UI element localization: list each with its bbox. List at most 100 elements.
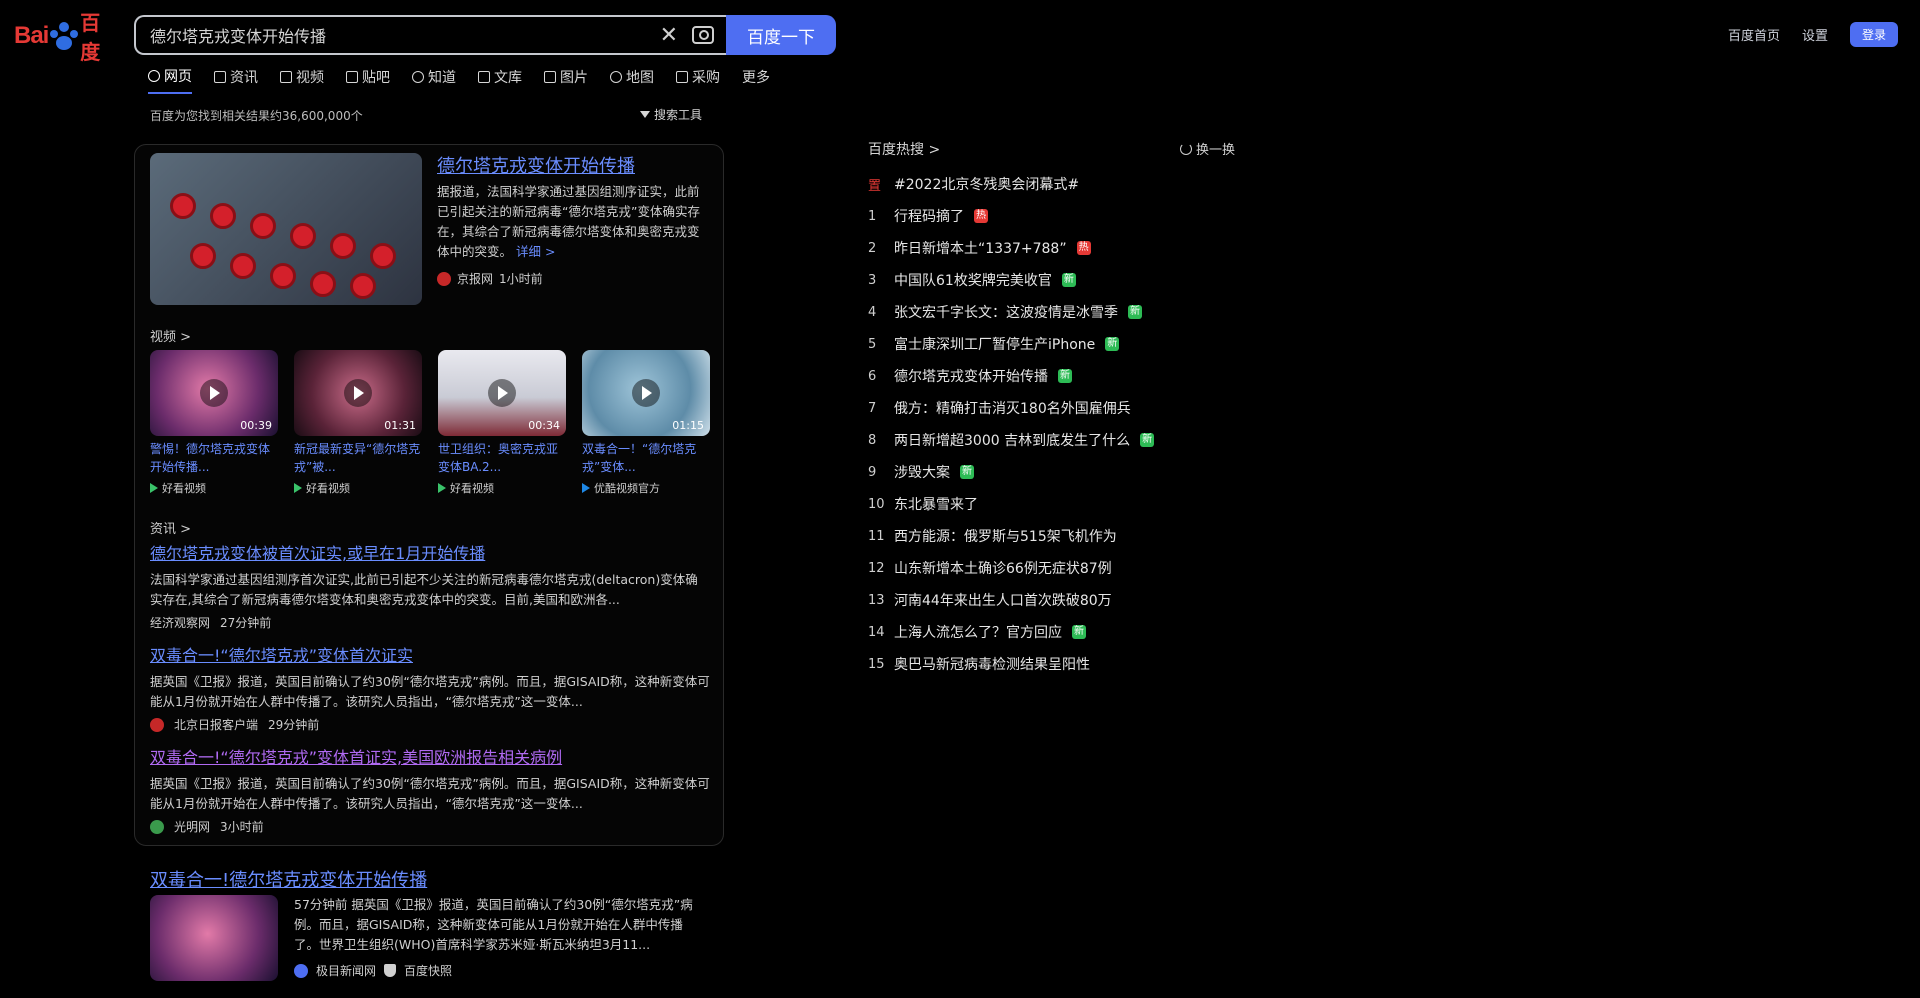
news-title[interactable]: 双毒合一!“德尔塔克戎”变体首证实,美国欧洲报告相关病例 (150, 744, 710, 768)
video-item[interactable]: 01:31 新冠最新变异“德尔塔克戎”被... 好看视频 (294, 350, 422, 496)
search-tools-button[interactable]: 搜索工具 (640, 106, 702, 123)
video-section-label[interactable]: 视频 > (150, 326, 191, 345)
news-title[interactable]: 德尔塔克戎变体被首次证实,或早在1月开始传播 (150, 540, 710, 564)
video-item[interactable]: 00:34 世卫组织：奥密克戎亚变体BA.2... 好看视频 (438, 350, 566, 496)
hot-tag: 新 (1061, 273, 1076, 287)
news-desc: 据英国《卫报》报道，英国目前确认了约30例“德尔塔克戎”病例。而且，据GISAI… (150, 776, 710, 811)
refresh-icon (1180, 142, 1192, 155)
search-icon (148, 70, 160, 82)
clear-icon[interactable]: ✕ (660, 23, 678, 48)
hot-rank: 5 (868, 336, 877, 352)
test-tube-graphic (190, 243, 216, 269)
hot-text: 河南44年来出生人口首次跌破80万 (894, 593, 1112, 609)
video-title[interactable]: 世卫组织：奥密克戎亚变体BA.2... (438, 440, 566, 476)
tab-wenku[interactable]: 文库 (478, 66, 522, 94)
hotlist-item[interactable]: 1 行程码摘了热 (868, 200, 1268, 232)
snapshot-link[interactable]: 百度快照 (404, 962, 452, 979)
result-title[interactable]: 双毒合一!德尔塔克戎变体开始传播 (150, 866, 427, 892)
tab-more[interactable]: 更多 (742, 66, 770, 94)
login-button[interactable]: 登录 (1849, 22, 1898, 47)
hotlist-item[interactable]: 5 富士康深圳工厂暂停生产iPhone 新 (868, 328, 1268, 360)
hotlist-item[interactable]: 4 张文宏千字长文：这波疫情是冰雪季新 (868, 296, 1268, 328)
video-thumbnail: 00:39 (150, 350, 278, 436)
video-title[interactable]: 新冠最新变异“德尔塔克戎”被... (294, 440, 422, 476)
hot-tag: 热 (974, 209, 988, 223)
hot-rank: 14 (868, 624, 885, 640)
news-title[interactable]: 双毒合一!“德尔塔克戎”变体首次证实 (150, 642, 710, 666)
news-source-name[interactable]: 经济观察网 (150, 614, 210, 631)
tab-news[interactable]: 资讯 (214, 66, 258, 94)
test-tube-graphic (170, 193, 196, 219)
baidu-logo[interactable]: Bai 百度 (14, 11, 120, 64)
source-logo-icon (437, 271, 451, 286)
hotlist-item[interactable]: 15 奥巴马新冠病毒检测结果呈阳性 (868, 648, 1268, 680)
hotlist-item[interactable]: 置 #2022北京冬残奥会闭幕式# (868, 168, 1268, 200)
news-source-name[interactable]: 光明网 (174, 818, 210, 835)
hot-text: 上海人流怎么了？官方回应 (894, 625, 1062, 641)
tab-map[interactable]: 地图 (610, 66, 654, 94)
video-duration: 00:34 (528, 419, 560, 432)
hotlist-item[interactable]: 7 俄方：精确打击消灭180名外国雇佣兵 (868, 392, 1268, 424)
news-source-name[interactable]: 北京日报客户端 (174, 716, 258, 733)
settings-link[interactable]: 设置 (1802, 25, 1828, 44)
hotlist-item[interactable]: 9 涉毁大案新 (868, 456, 1268, 488)
tab-zhidao[interactable]: 知道 (412, 66, 456, 94)
top-result-title[interactable]: 德尔塔克戎变体开始传播 (437, 152, 635, 178)
video-title[interactable]: 双毒合一！“德尔塔克戎”变体... (582, 440, 710, 476)
source-time: 1小时前 (499, 272, 543, 286)
search-input[interactable] (148, 24, 660, 46)
tab-bar: 网页 资讯 视频 贴吧 知道 文库 图片 地图 采购 更多 (148, 66, 770, 94)
hotlist-item[interactable]: 13 河南44年来出生人口首次跌破80万 (868, 584, 1268, 616)
search-button[interactable]: 百度一下 (726, 15, 836, 55)
news-item: 双毒合一!“德尔塔克戎”变体首证实,美国欧洲报告相关病例 据英国《卫报》报道，英… (150, 744, 710, 835)
hero-image[interactable] (150, 153, 422, 305)
hot-rank: 15 (868, 656, 885, 672)
source-logo-icon (150, 717, 164, 732)
tab-video[interactable]: 视频 (280, 66, 324, 94)
hotlist-item[interactable]: 3 中国队61枚奖牌完美收官新 (868, 264, 1268, 296)
result-source-name[interactable]: 极目新闻网 (316, 962, 376, 979)
camera-icon[interactable] (692, 26, 714, 44)
question-icon (412, 71, 424, 83)
tab-purchase[interactable]: 采购 (676, 66, 720, 94)
hot-text: 俄方：精确打击消灭180名外国雇佣兵 (894, 401, 1131, 417)
hot-text: 张文宏千字长文：这波疫情是冰雪季 (894, 305, 1118, 321)
news-section-label[interactable]: 资讯 > (150, 518, 191, 537)
hotlist-title[interactable]: 百度热搜 > (868, 139, 940, 159)
news-source: 北京日报客户端 29分钟前 (150, 716, 710, 733)
hotlist-item[interactable]: 10 东北暴雪来了 (868, 488, 1268, 520)
hot-text: 西方能源：俄罗斯与515架飞机作为 (894, 529, 1117, 545)
tab-label: 图片 (560, 70, 588, 86)
refresh-button[interactable]: 换一换 (1180, 139, 1235, 158)
video-thumbnail: 01:31 (294, 350, 422, 436)
top-result-source: 京报网 1小时前 (437, 270, 543, 287)
hotlist-item[interactable]: 6 德尔塔克戎变体开始传播新 (868, 360, 1268, 392)
tab-images[interactable]: 图片 (544, 66, 588, 94)
result-source: 极目新闻网 百度快照 (294, 962, 452, 979)
video-title[interactable]: 警惕！德尔塔克戎变体开始传播... (150, 440, 278, 476)
home-link[interactable]: 百度首页 (1728, 25, 1780, 44)
tab-web[interactable]: 网页 (148, 66, 192, 94)
tab-label: 文库 (494, 70, 522, 86)
video-duration: 01:15 (672, 419, 704, 432)
video-item[interactable]: 01:15 双毒合一！“德尔塔克戎”变体... 优酷视频官方 (582, 350, 710, 496)
source-name[interactable]: 京报网 (457, 270, 493, 287)
hotlist-item[interactable]: 2 昨日新增本土“1337+788” 热 (868, 232, 1268, 264)
video-thumbnail: 00:34 (438, 350, 566, 436)
tab-tieba[interactable]: 贴吧 (346, 66, 390, 94)
hot-rank: 11 (868, 528, 885, 544)
map-icon (610, 71, 622, 83)
hot-tag: 新 (1128, 305, 1142, 319)
hotlist-item[interactable]: 14 上海人流怎么了？官方回应新 (868, 616, 1268, 648)
logo-text-bai: Bai (14, 22, 49, 49)
more-link[interactable]: 详细 > (516, 244, 555, 259)
video-source-name: 优酷视频官方 (594, 482, 660, 495)
hotlist-item[interactable]: 11 西方能源：俄罗斯与515架飞机作为 (868, 520, 1268, 552)
hotlist-item[interactable]: 12 山东新增本土确诊66例无症状87例 (868, 552, 1268, 584)
hot-text: 涉毁大案 (894, 465, 950, 481)
hotlist-item[interactable]: 8 两日新增超3000 吉林到底发生了什么新 (868, 424, 1268, 456)
video-duration: 00:39 (240, 419, 272, 432)
hot-text: 奥巴马新冠病毒检测结果呈阳性 (894, 657, 1090, 673)
video-item[interactable]: 00:39 警惕！德尔塔克戎变体开始传播... 好看视频 (150, 350, 278, 496)
result-thumbnail[interactable] (150, 895, 278, 981)
